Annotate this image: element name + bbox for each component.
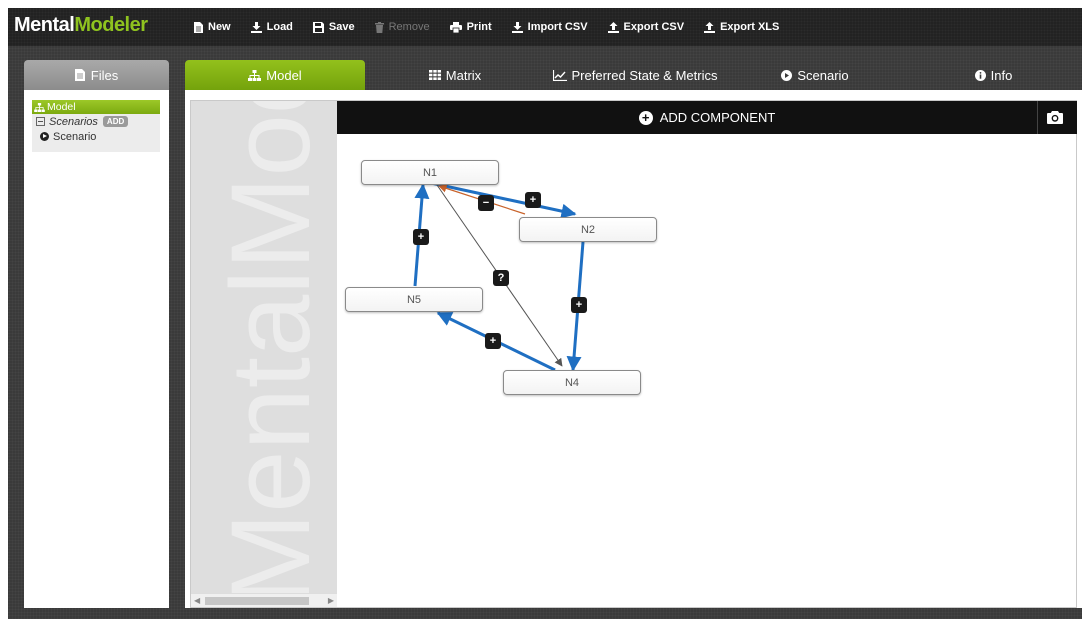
node-n5[interactable]: N5 — [345, 287, 483, 312]
load-label: Load — [266, 21, 293, 33]
remove-button[interactable]: Remove — [374, 21, 430, 33]
edge-weight-badge[interactable]: + — [525, 192, 541, 208]
save-icon — [312, 21, 324, 33]
export-xls-button[interactable]: Export XLS — [704, 21, 779, 33]
node-n2[interactable]: N2 — [519, 217, 657, 242]
play-circle-icon — [40, 132, 49, 141]
edge-n1-n2[interactable] — [430, 181, 577, 219]
file-icon — [74, 69, 85, 81]
model-panel: MentalModeler ◀ ▶ + ADD COMPONENT N1 N2 … — [185, 90, 1082, 608]
edge-weight-badge[interactable]: ? — [493, 270, 509, 286]
mental-modeler-app: MentalModeler New Load Save Remove Print — [8, 8, 1082, 619]
tree-item-scenario[interactable]: Scenario — [32, 129, 160, 144]
export-csv-label: Export CSV — [623, 21, 685, 33]
logo-text-modeler: Modeler — [74, 14, 148, 36]
export-csv-button[interactable]: Export CSV — [607, 21, 685, 33]
trash-icon — [374, 21, 384, 33]
tab-scenario[interactable]: Scenario — [725, 60, 905, 90]
save-label: Save — [328, 21, 355, 33]
node-n4[interactable]: N4 — [503, 370, 641, 395]
tree-item-scenarios-label: Scenarios — [49, 115, 98, 128]
collapse-icon[interactable] — [36, 117, 45, 126]
app-logo: MentalModeler — [14, 14, 148, 37]
tab-model[interactable]: Model — [185, 60, 365, 90]
files-tab[interactable]: Files — [24, 60, 169, 90]
upload-icon — [607, 21, 619, 33]
line-chart-icon — [552, 69, 567, 81]
node-n1[interactable]: N1 — [361, 160, 499, 185]
top-toolbar: MentalModeler New Load Save Remove Print — [8, 8, 1082, 46]
file-menu: New Load Save Remove Print Import CSV Ex… — [194, 8, 799, 46]
tree-item-model[interactable]: Model — [32, 100, 160, 114]
print-label: Print — [466, 21, 492, 33]
tree-item-model-label: Model — [47, 101, 76, 113]
tab-matrix-label: Matrix — [445, 67, 482, 83]
remove-label: Remove — [388, 21, 430, 33]
new-label: New — [208, 21, 231, 33]
download-icon — [511, 21, 523, 33]
tab-preferred-state-metrics-label: Preferred State & Metrics — [571, 67, 718, 83]
download-icon — [250, 21, 262, 33]
files-panel: Model Scenarios ADD Scenario — [24, 90, 169, 608]
edge-weight-badge[interactable]: + — [571, 297, 587, 313]
export-xls-label: Export XLS — [720, 21, 780, 33]
tab-info[interactable]: Info — [905, 60, 1082, 90]
sitemap-icon — [248, 69, 262, 81]
tab-preferred-state-metrics[interactable]: Preferred State & Metrics — [545, 60, 725, 90]
import-csv-button[interactable]: Import CSV — [511, 21, 588, 33]
upload-icon — [704, 21, 716, 33]
sitemap-icon — [34, 102, 45, 112]
info-circle-icon — [974, 69, 986, 81]
edge-weight-badge[interactable]: + — [413, 229, 429, 245]
play-circle-icon — [781, 69, 793, 81]
save-button[interactable]: Save — [312, 21, 355, 33]
tree-item-scenarios[interactable]: Scenarios ADD — [32, 114, 160, 129]
print-button[interactable]: Print — [449, 21, 492, 33]
file-tree: Model Scenarios ADD Scenario — [32, 100, 160, 152]
new-button[interactable]: New — [194, 21, 231, 33]
print-icon — [449, 21, 462, 33]
load-button[interactable]: Load — [250, 21, 293, 33]
add-scenario-button[interactable]: ADD — [102, 116, 129, 127]
tab-scenario-label: Scenario — [797, 67, 849, 83]
edge-weight-badge[interactable]: − — [478, 195, 494, 211]
files-tab-label: Files — [90, 67, 119, 83]
model-graph: N1 N2 N5 N4 − + + ? + + — [185, 90, 1082, 608]
logo-text-mental: Mental — [14, 14, 75, 36]
tab-matrix[interactable]: Matrix — [365, 60, 545, 90]
tab-model-label: Model — [266, 67, 302, 83]
tree-item-scenario-label: Scenario — [53, 130, 97, 143]
tab-info-label: Info — [990, 67, 1013, 83]
edges-layer — [413, 181, 585, 372]
edge-weight-badge[interactable]: + — [485, 333, 501, 349]
import-csv-label: Import CSV — [527, 21, 588, 33]
file-icon — [194, 21, 203, 33]
grid-icon — [428, 70, 441, 80]
